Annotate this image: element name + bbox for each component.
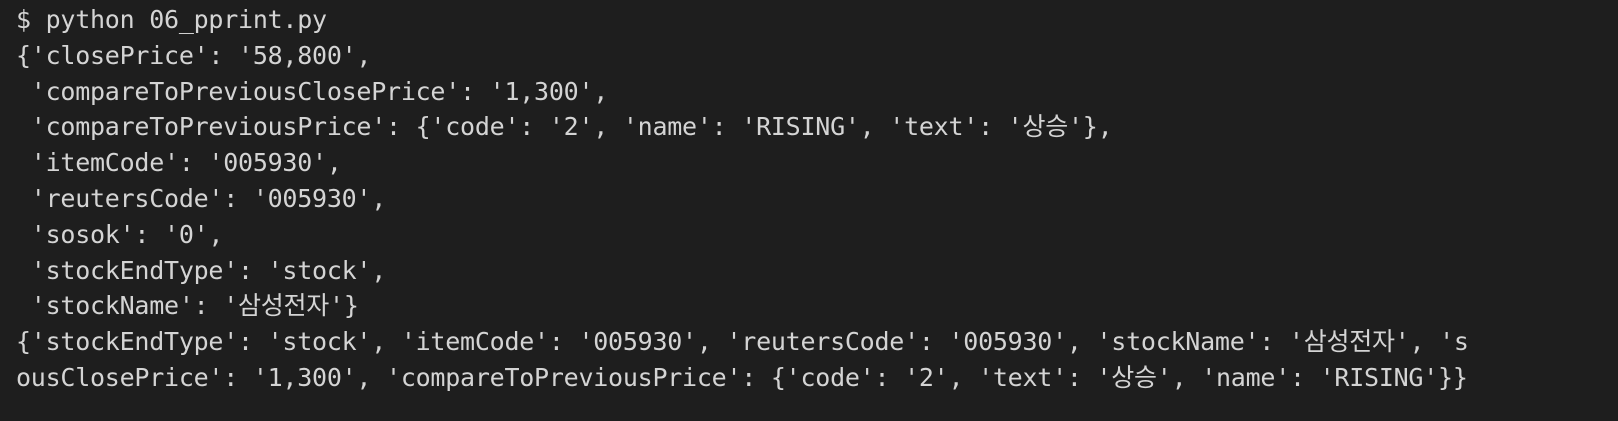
- terminal-output: $ python 06_pprint.py {'closePrice': '58…: [16, 2, 1469, 396]
- command-prompt-line: $ python 06_pprint.py: [16, 5, 327, 34]
- output-line: 'compareToPreviousClosePrice': '1,300',: [16, 76, 609, 106]
- output-line: 'sosok': '0',: [16, 219, 224, 249]
- output-line: 'compareToPreviousPrice': {'code': '2', …: [16, 112, 1113, 142]
- output-line: ousClosePrice': '1,300', 'compareToPrevi…: [16, 362, 1468, 392]
- output-line: {'stockEndType': 'stock', 'itemCode': '0…: [16, 327, 1469, 357]
- output-line: 'stockEndType': 'stock',: [16, 255, 387, 285]
- output-line: 'reutersCode': '005930',: [16, 183, 387, 213]
- output-line: 'itemCode': '005930',: [16, 148, 342, 178]
- terminal-window[interactable]: $ python 06_pprint.py {'closePrice': '58…: [0, 0, 1618, 421]
- output-line: {'closePrice': '58,800',: [16, 40, 372, 70]
- output-line: 'stockName': '삼성전자'}: [16, 291, 359, 321]
